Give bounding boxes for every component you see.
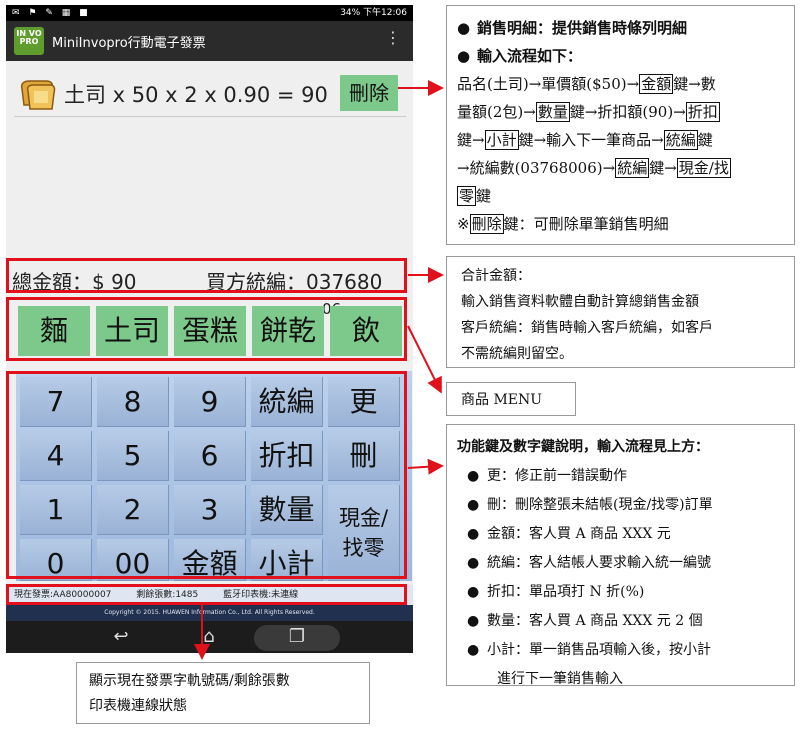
flow-line-3: 鍵→ 小計 鍵→輸入下一筆商品→ 統編鍵 xyxy=(457,130,713,150)
keys-callout-last: 進行下一筆銷售輸入 xyxy=(497,671,623,687)
total-callout-line-1: 合計金額： xyxy=(461,268,531,284)
detail-flow-title: 輸入流程如下： xyxy=(477,47,583,65)
notification-icons: ✉ ⚑ ✎ ▦ ■ xyxy=(12,8,91,18)
keys-callout-item: ● 金額：客人買 A 商品 XXX 元 xyxy=(467,526,671,542)
keys-callout-item: ● 更：修正前一錯誤動作 xyxy=(467,468,627,484)
delete-button[interactable]: 刪除 xyxy=(340,75,398,111)
keys-callout-item: ● 折扣：單品項打 N 折(%) xyxy=(467,584,645,600)
callout-total: 合計金額： 輸入銷售資料軟體自動計算總銷售金額 客戶統編：銷售時輸入客戶統編，如… xyxy=(446,256,795,368)
status-callout-line-1: 顯示現在發票字軌號碼/剩餘張數 xyxy=(89,673,290,689)
total-callout-line-2: 輸入銷售資料軟體自動計算總銷售金額 xyxy=(461,294,699,310)
sales-detail-text: 土司 x 50 x 2 x 0.90 = 90 xyxy=(64,83,328,107)
flow-line-5: 零鍵 xyxy=(457,186,492,206)
callout-status: 顯示現在發票字軌號碼/剩餘張數 印表機連線狀態 xyxy=(76,662,370,724)
keys-callout-item: ● 數量：客人買 A 商品 XXX 元 2 個 xyxy=(467,613,703,629)
status-bar: ✉ ⚑ ✎ ▦ ■ 34% 下午12:06 xyxy=(6,5,413,21)
total-callout-line-4: 不需統編則留空。 xyxy=(461,346,573,362)
detail-title: 銷售明細：提供銷售時條列明細 xyxy=(477,19,688,37)
callout-keys: 功能鍵及數字鍵說明，輸入流程見上方： ● 更：修正前一錯誤動作 ● 刪：刪除整張未結… xyxy=(446,424,795,687)
back-icon[interactable]: ↩ xyxy=(106,625,136,649)
status-highlight-box xyxy=(6,584,407,605)
keys-callout-title: 功能鍵及數字鍵說明，輸入流程見上方： xyxy=(457,439,709,455)
callout-menu: 商品 MENU xyxy=(446,382,576,416)
sales-detail-row[interactable]: 土司 x 50 x 2 x 0.90 = 90 刪除 xyxy=(14,71,406,117)
menu-highlight-box xyxy=(6,297,407,361)
keypad-highlight-box xyxy=(6,371,407,579)
android-nav-bar: ↩ ⌂ ❐ xyxy=(6,621,413,653)
status-callout-line-2: 印表機連線狀態 xyxy=(89,698,187,714)
app-bar: IN VO PRO MiniInvopro行動電子發票 ⋮ xyxy=(6,21,413,61)
app-logo: IN VO PRO xyxy=(14,27,44,55)
keys-callout-item: ● 刪：刪除整張未結帳(現金/找零)訂單 xyxy=(467,497,713,513)
delete-note: ※ 刪除 鍵：可刪除單筆銷售明細 xyxy=(457,214,669,234)
status-right: 34% 下午12:06 xyxy=(340,8,407,18)
total-highlight-box xyxy=(6,258,407,293)
keys-callout-item: ● 統編：客人結帳人要求輸入統一編號 xyxy=(467,555,711,571)
app-title: MiniInvopro行動電子發票 xyxy=(52,36,206,51)
keys-callout-item: ● 小計：單一銷售品項輸入後，按小計 xyxy=(467,642,711,658)
callout-sales-detail: ● 銷售明細：提供銷售時條列明細 ● 輸入流程如下： 品名(土司)→單價額($50)… xyxy=(446,5,795,245)
recent-apps-icon[interactable]: ❐ xyxy=(282,625,312,649)
toast-icon xyxy=(20,80,56,110)
flow-line-4: →統編數(03768006)→ 統編 鍵→ 現金/找 xyxy=(457,158,731,178)
flow-line-2: 量額(2包)→ 數量 鍵→折扣額(90)→ 折扣 xyxy=(457,102,720,122)
flow-line-1: 品名(土司)→單價額($50)→ 金額 鍵→數 xyxy=(457,74,716,94)
copyright: Copyright © 2015. HUAWEN Information Co.… xyxy=(6,605,413,621)
total-callout-line-3: 客戶統編：銷售時輸入客戶統編，如客戶 xyxy=(461,320,713,336)
overflow-menu-icon[interactable]: ⋮ xyxy=(385,30,401,46)
home-icon[interactable]: ⌂ xyxy=(194,625,224,649)
